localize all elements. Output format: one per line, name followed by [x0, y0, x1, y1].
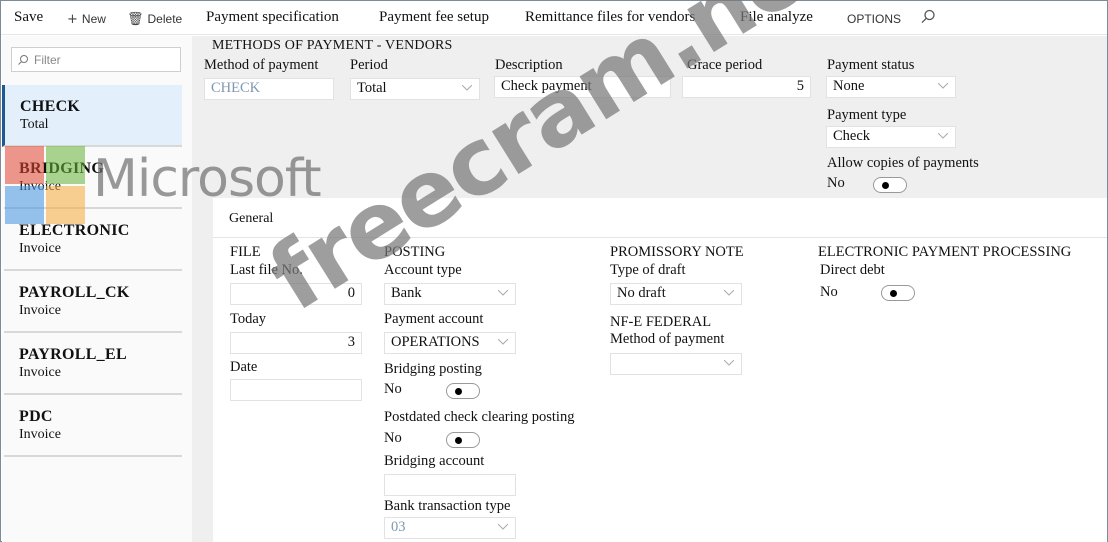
nfe-method-of-payment-select[interactable]	[610, 353, 742, 375]
allow-copies-label: Allow copies of payments	[827, 155, 979, 171]
bridging-posting-value: No	[384, 381, 402, 397]
save-button[interactable]: Save	[14, 9, 43, 26]
bridging-account-label: Bridging account	[384, 453, 485, 469]
general-tab-header[interactable]: General	[213, 198, 1107, 238]
payment-type-select[interactable]: Check	[826, 126, 956, 148]
file-analyze-button[interactable]: File analyze	[740, 9, 813, 26]
direct-debt-toggle[interactable]	[881, 285, 915, 301]
options-tab[interactable]: OPTIONS	[847, 12, 901, 26]
payment-type-label: Payment type	[827, 107, 907, 123]
list-item-bridging[interactable]: BRIDGING Invoice	[4, 147, 182, 209]
list-item-payroll-ck[interactable]: PAYROLL_CK Invoice	[4, 271, 182, 333]
plus-icon: +	[67, 12, 78, 27]
chevron-down-icon	[498, 339, 508, 345]
type-of-draft-label: Type of draft	[610, 262, 686, 278]
date-label: Date	[230, 359, 258, 375]
trash-icon: 🗑	[127, 12, 144, 27]
type-of-draft-select[interactable]: No draft	[610, 283, 742, 305]
new-button[interactable]: + New	[67, 12, 106, 27]
payment-status-select[interactable]: None	[826, 76, 956, 98]
last-file-no-field[interactable]: 0	[230, 283, 362, 305]
general-fasttab: General FILE Last file No. 0 Today 3 Dat…	[213, 198, 1107, 542]
method-of-payment-field[interactable]: CHECK	[204, 78, 334, 100]
payment-specification-button[interactable]: Payment specification	[206, 9, 339, 26]
grace-period-field[interactable]: 5	[682, 76, 811, 98]
today-field[interactable]: 3	[230, 332, 362, 354]
list-item-payroll-el[interactable]: PAYROLL_EL Invoice	[4, 333, 182, 395]
payment-fee-setup-button[interactable]: Payment fee setup	[379, 9, 489, 26]
grace-period-label: Grace period	[687, 57, 763, 73]
allow-copies-value: No	[827, 175, 845, 191]
search-icon[interactable]	[919, 8, 937, 26]
chevron-down-icon	[462, 85, 472, 91]
account-type-label: Account type	[384, 262, 462, 278]
delete-button[interactable]: 🗑 Delete	[127, 12, 182, 27]
electronic-processing-section-title: ELECTRONIC PAYMENT PROCESSING	[818, 244, 1072, 260]
postdated-check-value: No	[384, 430, 402, 446]
description-label: Description	[495, 57, 563, 73]
filter-input[interactable]: Filter	[11, 47, 181, 72]
period-select[interactable]: Total	[350, 78, 480, 100]
chevron-down-icon	[938, 133, 948, 139]
bridging-posting-toggle[interactable]	[446, 383, 480, 399]
today-label: Today	[230, 311, 267, 327]
allow-copies-toggle[interactable]	[873, 177, 907, 193]
bridging-account-field[interactable]	[384, 474, 516, 496]
direct-debt-value: No	[820, 284, 838, 300]
header-fields: METHODS OF PAYMENT - VENDORS Method of p…	[193, 36, 1107, 198]
bank-transaction-type-select[interactable]: 03	[384, 517, 516, 539]
payment-account-label: Payment account	[384, 311, 484, 327]
list-item-pdc[interactable]: PDC Invoice	[4, 395, 182, 457]
file-section-title: FILE	[230, 244, 261, 260]
postdated-check-toggle[interactable]	[446, 432, 480, 448]
search-icon	[18, 55, 28, 65]
list-item-electronic[interactable]: ELECTRONIC Invoice	[4, 209, 182, 271]
remittance-files-button[interactable]: Remittance files for vendors	[525, 9, 695, 26]
direct-debt-label: Direct debt	[820, 262, 885, 278]
nfe-method-of-payment-label: Method of payment	[610, 331, 725, 347]
chevron-down-icon	[938, 83, 948, 89]
nfe-federal-section-title: NF-E FEDERAL	[610, 314, 712, 330]
bridging-posting-label: Bridging posting	[384, 361, 482, 377]
general-tab-label: General	[229, 211, 274, 226]
payment-status-label: Payment status	[827, 57, 915, 73]
posting-section-title: POSTING	[384, 244, 446, 260]
date-field[interactable]	[230, 379, 362, 401]
last-file-no-label: Last file No.	[230, 262, 303, 278]
method-of-payment-label: Method of payment	[204, 57, 319, 73]
chevron-down-icon	[498, 290, 508, 296]
period-label: Period	[350, 57, 388, 73]
payment-account-select[interactable]: OPERATIONS	[384, 332, 516, 354]
list-item-check[interactable]: CHECK Total	[2, 85, 182, 147]
account-type-select[interactable]: Bank	[384, 283, 516, 305]
bank-transaction-type-label: Bank transaction type	[384, 498, 511, 514]
postdated-check-label: Postdated check clearing posting	[384, 409, 575, 425]
action-pane: Save + New 🗑 Delete Payment specification …	[1, 1, 1107, 35]
section-title: METHODS OF PAYMENT - VENDORS	[212, 38, 453, 53]
chevron-down-icon	[724, 290, 734, 296]
description-field[interactable]: Check payment	[494, 76, 671, 98]
chevron-down-icon	[498, 524, 508, 530]
methods-list-pane: Filter CHECK Total BRIDGING Invoice ELEC…	[2, 36, 192, 542]
promissory-note-section-title: PROMISSORY NOTE	[610, 244, 744, 260]
chevron-down-icon	[724, 360, 734, 366]
